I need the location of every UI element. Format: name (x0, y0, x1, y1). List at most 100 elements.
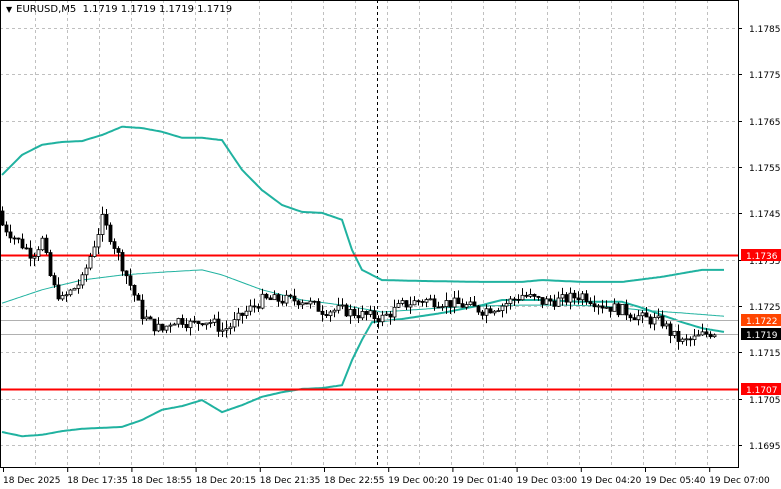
candle-body (216, 318, 221, 332)
candle (388, 311, 393, 325)
candle-body (268, 297, 273, 301)
time-tick-label: 19 Dec 01:40 (452, 476, 513, 486)
candle-body (120, 252, 125, 272)
candle-body (412, 300, 417, 306)
candle-body (0, 210, 5, 226)
candle-body (132, 284, 137, 296)
candle (48, 249, 53, 277)
candle-body (292, 295, 297, 302)
candle-body (36, 249, 41, 257)
candle-body (672, 330, 677, 336)
candle-body (272, 294, 277, 301)
candle-body (488, 308, 493, 314)
candle (300, 299, 305, 310)
candle (124, 270, 129, 284)
candle-body (664, 323, 669, 327)
price-axis[interactable]: 1.17851.17751.17651.17551.17451.17351.17… (738, 25, 781, 452)
candle-body (388, 313, 393, 318)
candle (680, 337, 685, 345)
candle-body (604, 306, 609, 309)
candle (172, 322, 177, 326)
candle-body (608, 306, 613, 312)
candle (24, 243, 29, 250)
time-tick-label: 19 Dec 03:00 (517, 476, 578, 486)
candle (456, 290, 461, 305)
candle (292, 288, 297, 306)
candle (136, 292, 141, 301)
time-axis[interactable]: 18 Dec 2025 18 Dec 17:35 18 Dec 18:55 18 De… (3, 467, 770, 486)
candle (40, 235, 45, 252)
candle (468, 296, 473, 306)
candle-body (280, 300, 285, 304)
candle-body (184, 324, 189, 329)
candle-body (68, 289, 73, 296)
candle (108, 222, 113, 245)
candle-body (164, 325, 169, 331)
candle-body (400, 300, 405, 304)
candle-body (648, 316, 653, 325)
candle (404, 300, 409, 310)
candle-body (528, 294, 533, 297)
candle (200, 322, 205, 327)
candle (620, 303, 625, 316)
candle (520, 288, 525, 301)
candle (368, 305, 373, 318)
candle (132, 284, 137, 302)
candle (188, 318, 193, 336)
candle (560, 287, 565, 306)
candle-body (156, 323, 161, 332)
candle-body (44, 237, 49, 253)
price-tick-label: 1.1765 (749, 118, 781, 128)
dropdown-triangle-icon[interactable]: ▼ (6, 5, 12, 14)
price-chart[interactable]: 1.17851.17751.17651.17551.17451.17351.17… (0, 0, 781, 489)
candle (240, 312, 245, 324)
candle-body (48, 252, 53, 277)
candle (544, 296, 549, 305)
candle-body (668, 323, 673, 336)
candle-body (684, 338, 689, 341)
candle-body (232, 319, 237, 328)
candle-body (464, 304, 469, 308)
ask-price-tag-label: 1.1722 (746, 317, 778, 327)
candle-body (356, 315, 361, 319)
candle-body (436, 306, 441, 309)
candle (428, 294, 433, 301)
candle (164, 325, 169, 334)
candle (476, 305, 481, 315)
candle-body (408, 304, 413, 308)
candle (364, 310, 369, 321)
candle-body (336, 305, 341, 311)
candle-body (560, 294, 565, 299)
candle (460, 298, 465, 308)
candle-body (316, 301, 321, 312)
candle (16, 237, 21, 244)
candle-body (276, 294, 281, 302)
price-tick-label: 1.1745 (749, 210, 781, 220)
candle-body (628, 314, 633, 319)
candle-body (24, 247, 29, 250)
candle-body (620, 303, 625, 316)
candle (0, 206, 5, 226)
time-tick-label: 19 Dec 07:00 (709, 476, 770, 486)
candle (72, 287, 77, 291)
candle (612, 298, 617, 312)
candle-body (128, 275, 133, 286)
candle-body (140, 299, 145, 320)
candle-body (460, 303, 465, 308)
candle-body (148, 316, 153, 320)
candle-body (96, 234, 101, 248)
candle (236, 307, 241, 327)
candle-body (416, 300, 421, 303)
candle (412, 296, 417, 306)
candle (436, 301, 441, 309)
candle (492, 310, 497, 316)
candle (396, 299, 401, 309)
candle (552, 294, 557, 310)
candle-body (660, 315, 665, 327)
candle-body (76, 284, 81, 289)
price-tick-label: 1.1755 (749, 164, 781, 174)
candle-body (576, 297, 581, 301)
candle (588, 297, 593, 306)
candle-body (432, 298, 437, 308)
candle-body (368, 310, 373, 315)
